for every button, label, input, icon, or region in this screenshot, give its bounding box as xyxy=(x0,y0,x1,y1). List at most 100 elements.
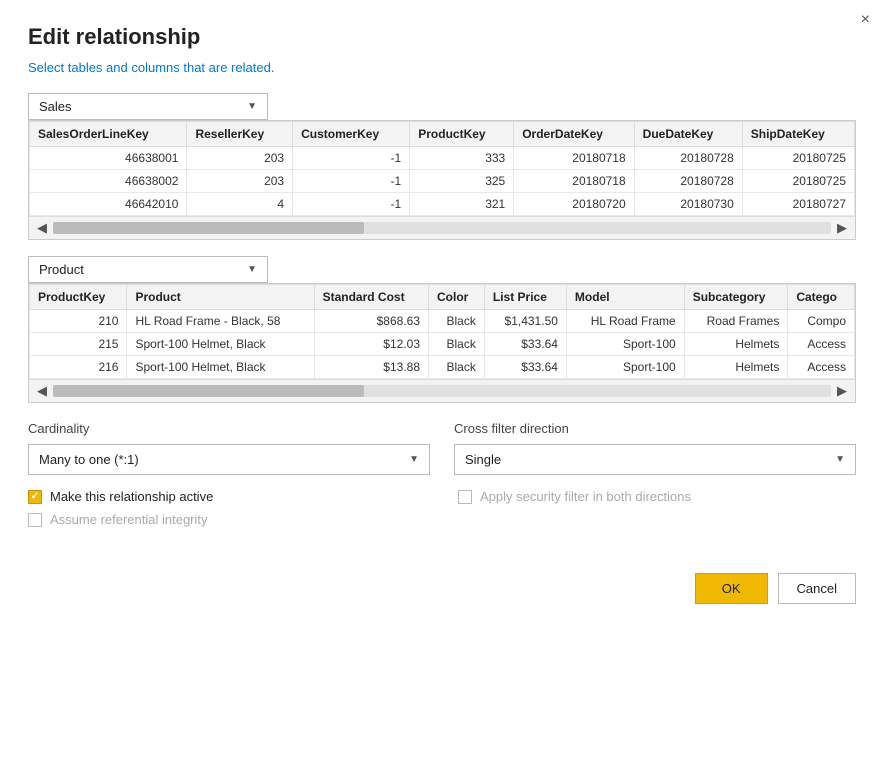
integrity-checkbox-row[interactable]: Assume referential integrity xyxy=(28,512,426,527)
table-cell: Access xyxy=(788,333,855,356)
table1-scroll-right[interactable]: ▶ xyxy=(835,220,849,236)
table1-col-header: DueDateKey xyxy=(634,122,742,147)
table-cell: 4 xyxy=(187,193,293,216)
table1: SalesOrderLineKeyResellerKeyCustomerKeyP… xyxy=(29,121,855,216)
table2-dropdown[interactable]: Product ▼ xyxy=(28,256,268,283)
dialog-subtitle: Select tables and columns that are relat… xyxy=(28,60,856,75)
table-cell: 20180727 xyxy=(742,193,854,216)
ok-button[interactable]: OK xyxy=(695,573,768,604)
table2-scroll-right[interactable]: ▶ xyxy=(835,383,849,399)
table-cell: Access xyxy=(788,356,855,379)
table2-section: Product ▼ ProductKeyProductStandard Cost… xyxy=(28,256,856,403)
table1-col-header: CustomerKey xyxy=(293,122,410,147)
table-cell: Helmets xyxy=(684,333,788,356)
table2-col-header: Product xyxy=(127,285,314,310)
table-cell: 20180728 xyxy=(634,170,742,193)
table2-scroll-track[interactable] xyxy=(53,385,831,397)
table-cell: 46638001 xyxy=(30,147,187,170)
table-cell: 46642010 xyxy=(30,193,187,216)
crossfilter-value: Single xyxy=(465,452,501,467)
security-checkbox-row[interactable]: Apply security filter in both directions xyxy=(458,489,856,504)
table-cell: 210 xyxy=(30,310,127,333)
footer-row: OK Cancel xyxy=(28,563,856,604)
table-cell: 46638002 xyxy=(30,170,187,193)
table-cell: 215 xyxy=(30,333,127,356)
security-checkbox[interactable] xyxy=(458,490,472,504)
table-cell: $13.88 xyxy=(314,356,428,379)
table-cell: 20180718 xyxy=(514,147,634,170)
table-cell: 20180725 xyxy=(742,147,854,170)
close-button[interactable]: × xyxy=(861,12,870,28)
table2-col-header: Catego xyxy=(788,285,855,310)
security-label: Apply security filter in both directions xyxy=(480,489,691,504)
table1-section: Sales ▼ SalesOrderLineKeyResellerKeyCust… xyxy=(28,93,856,240)
table-row: 210HL Road Frame - Black, 58$868.63Black… xyxy=(30,310,855,333)
table1-dropdown-value: Sales xyxy=(39,99,72,114)
cardinality-dropdown[interactable]: Many to one (*:1) ▼ xyxy=(28,444,430,475)
table-cell: Sport-100 Helmet, Black xyxy=(127,333,314,356)
table2-dropdown-value: Product xyxy=(39,262,84,277)
table-row: 216Sport-100 Helmet, Black$13.88Black$33… xyxy=(30,356,855,379)
table-cell: $33.64 xyxy=(484,333,566,356)
table-cell: 20180720 xyxy=(514,193,634,216)
active-checkbox-row[interactable]: ✓ Make this relationship active xyxy=(28,489,426,504)
table1-scroll-track[interactable] xyxy=(53,222,831,234)
table-cell: HL Road Frame xyxy=(566,310,684,333)
table-cell: Helmets xyxy=(684,356,788,379)
integrity-checkbox[interactable] xyxy=(28,513,42,527)
table-cell: $33.64 xyxy=(484,356,566,379)
table2-dropdown-arrow: ▼ xyxy=(247,264,257,275)
table-cell: Sport-100 Helmet, Black xyxy=(127,356,314,379)
table-cell: 333 xyxy=(410,147,514,170)
table1-scroll-left[interactable]: ◀ xyxy=(35,220,49,236)
table-cell: Sport-100 xyxy=(566,333,684,356)
table-cell: Road Frames xyxy=(684,310,788,333)
table-cell: Black xyxy=(429,310,485,333)
right-options: Apply security filter in both directions xyxy=(458,489,856,535)
table2-scrollbar: ◀ ▶ xyxy=(29,379,855,402)
table1-col-header: ProductKey xyxy=(410,122,514,147)
table-cell: Black xyxy=(429,333,485,356)
table-cell: 20180728 xyxy=(634,147,742,170)
table1-wrapper: SalesOrderLineKeyResellerKeyCustomerKeyP… xyxy=(28,120,856,240)
table1-col-header: SalesOrderLineKey xyxy=(30,122,187,147)
table2-col-header: List Price xyxy=(484,285,566,310)
table2-col-header: Subcategory xyxy=(684,285,788,310)
table-cell: -1 xyxy=(293,170,410,193)
table-cell: -1 xyxy=(293,193,410,216)
cardinality-col: Cardinality Many to one (*:1) ▼ xyxy=(28,421,430,475)
table-row: 466420104-1321201807202018073020180727 xyxy=(30,193,855,216)
table-cell: 203 xyxy=(187,147,293,170)
table2-col-header: Standard Cost xyxy=(314,285,428,310)
table2-wrapper: ProductKeyProductStandard CostColorList … xyxy=(28,283,856,403)
table-cell: Compo xyxy=(788,310,855,333)
cardinality-value: Many to one (*:1) xyxy=(39,452,139,467)
cancel-button[interactable]: Cancel xyxy=(778,573,856,604)
table1-scroll-thumb xyxy=(53,222,364,234)
table2-col-header: ProductKey xyxy=(30,285,127,310)
table2-scroll-thumb xyxy=(53,385,364,397)
crossfilter-col: Cross filter direction Single ▼ xyxy=(454,421,856,475)
table2: ProductKeyProductStandard CostColorList … xyxy=(29,284,855,379)
table1-col-header: ShipDateKey xyxy=(742,122,854,147)
cardinality-label: Cardinality xyxy=(28,421,430,436)
table-cell: 20180718 xyxy=(514,170,634,193)
table1-col-header: ResellerKey xyxy=(187,122,293,147)
table-cell: 20180725 xyxy=(742,170,854,193)
active-checkbox[interactable]: ✓ xyxy=(28,490,42,504)
crossfilter-dropdown[interactable]: Single ▼ xyxy=(454,444,856,475)
table2-scroll-left[interactable]: ◀ xyxy=(35,383,49,399)
table-row: 215Sport-100 Helmet, Black$12.03Black$33… xyxy=(30,333,855,356)
table-cell: 203 xyxy=(187,170,293,193)
table1-dropdown[interactable]: Sales ▼ xyxy=(28,93,268,120)
options-row: ✓ Make this relationship active Assume r… xyxy=(28,489,856,535)
active-checkmark: ✓ xyxy=(31,491,39,502)
table-cell: $1,431.50 xyxy=(484,310,566,333)
table-cell: 321 xyxy=(410,193,514,216)
table-cell: $868.63 xyxy=(314,310,428,333)
table-cell: $12.03 xyxy=(314,333,428,356)
table-cell: HL Road Frame - Black, 58 xyxy=(127,310,314,333)
table-cell: Sport-100 xyxy=(566,356,684,379)
table1-col-header: OrderDateKey xyxy=(514,122,634,147)
table-row: 46638002203-1325201807182018072820180725 xyxy=(30,170,855,193)
